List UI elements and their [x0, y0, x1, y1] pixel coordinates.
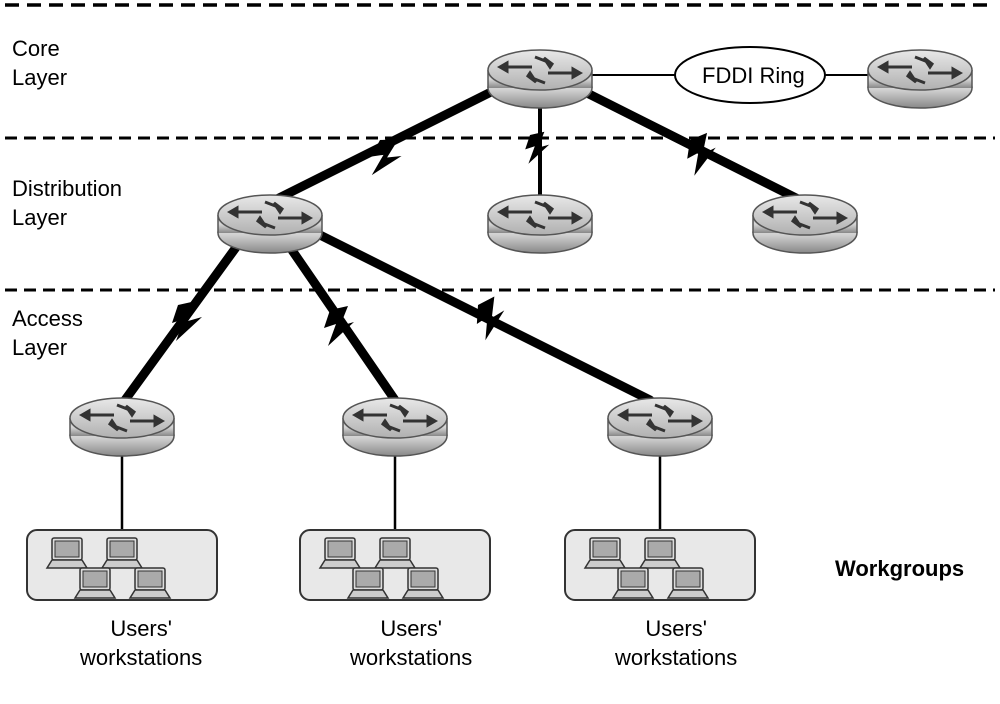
- distribution-layer-label: Distribution Layer: [12, 175, 122, 232]
- workgroup-2-icon: [300, 530, 490, 600]
- access-router-1-icon: [70, 398, 174, 456]
- link-dist-access1: [125, 235, 245, 400]
- dist-router-2-icon: [488, 195, 592, 253]
- dist-router-1-icon: [218, 195, 322, 253]
- fddi-ring-label: FDDI Ring: [702, 62, 805, 91]
- link-core-dist3: [585, 92, 800, 200]
- core-layer-label: Core Layer: [12, 35, 67, 92]
- access-router-3-icon: [608, 398, 712, 456]
- dist-router-3-icon: [753, 195, 857, 253]
- workgroup-1-icon: [27, 530, 217, 600]
- workstations-label-3: Users' workstations: [615, 615, 737, 672]
- workgroups-label: Workgroups: [835, 555, 964, 584]
- link-core-dist1: [275, 90, 495, 200]
- core-router-2-icon: [868, 50, 972, 108]
- access-router-2-icon: [343, 398, 447, 456]
- workgroup-3-icon: [565, 530, 755, 600]
- workstations-label-1: Users' workstations: [80, 615, 202, 672]
- network-diagram: [0, 0, 1000, 704]
- core-router-1-icon: [488, 50, 592, 108]
- link-dist-access3: [310, 230, 650, 400]
- link-core-dist2: [525, 100, 549, 195]
- access-layer-label: Access Layer: [12, 305, 83, 362]
- workstations-label-2: Users' workstations: [350, 615, 472, 672]
